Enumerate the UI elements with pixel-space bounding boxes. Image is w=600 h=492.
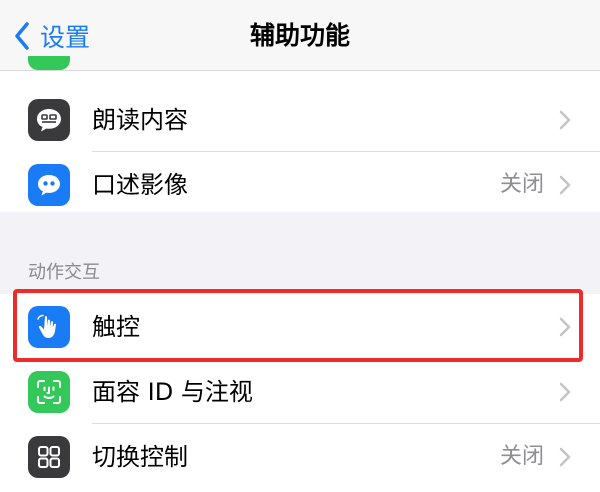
settings-group-vision: 朗读内容 口述影像 关闭 (0, 71, 600, 212)
navigation-bar: 设置 辅助功能 (0, 0, 600, 71)
chevron-right-icon (559, 447, 571, 466)
chevron-right-icon (559, 175, 571, 194)
list-item-label: 口述影像 (92, 170, 188, 199)
speak-content-icon (28, 98, 70, 141)
chevron-right-icon (559, 110, 571, 129)
list-item-value: 关闭 (499, 171, 544, 197)
chevron-right-icon (559, 382, 571, 401)
partial-green-icon (28, 56, 70, 70)
list-item-value: 关闭 (499, 443, 544, 469)
list-item-face-id-attention[interactable]: 面容 ID 与注视 (0, 359, 600, 424)
list-item-speak-content[interactable]: 朗读内容 (0, 87, 600, 152)
list-item-switch-control[interactable]: 切换控制 关闭 (0, 424, 600, 489)
list-item-label: 朗读内容 (92, 105, 188, 134)
settings-group-interaction: 触控 面容 ID 与注视 切换控制 关闭 (0, 294, 600, 492)
list-item-audio-description[interactable]: 口述影像 关闭 (0, 152, 600, 217)
list-item-label: 面容 ID 与注视 (92, 377, 253, 406)
list-item-label: 触控 (92, 312, 140, 341)
list-item-label: 切换控制 (92, 442, 188, 471)
touch-hand-icon (28, 305, 70, 348)
audio-description-icon (28, 163, 70, 206)
switch-control-icon (28, 435, 70, 478)
list-item-touch[interactable]: 触控 (0, 294, 600, 359)
face-id-icon (28, 370, 70, 413)
section-header: 动作交互 (28, 262, 100, 283)
chevron-right-icon (559, 317, 571, 336)
page-title: 辅助功能 (249, 21, 350, 50)
